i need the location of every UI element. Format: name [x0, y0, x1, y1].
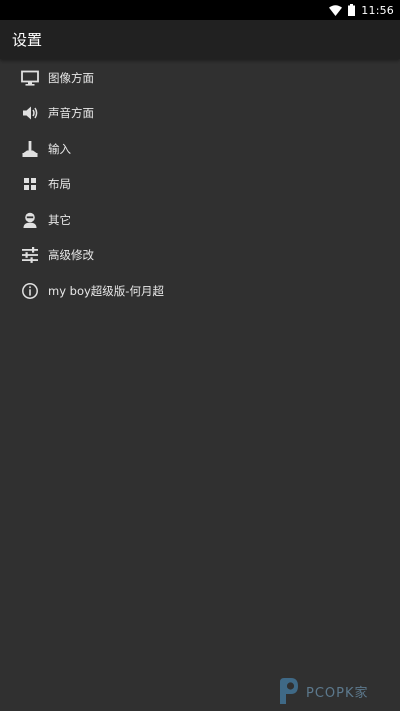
watermark-text: PCOPK家 — [306, 685, 369, 701]
menu-item-layout[interactable]: 布局 — [0, 167, 400, 203]
menu-item-label: 声音方面 — [48, 106, 94, 121]
menu-item-advanced[interactable]: 高级修改 — [0, 238, 400, 274]
menu-item-label: 布局 — [48, 177, 71, 192]
wifi-icon — [329, 4, 343, 16]
status-bar: 11:56 — [0, 0, 400, 20]
menu-item-sound[interactable]: 声音方面 — [0, 96, 400, 132]
app-bar: 设置 — [0, 20, 400, 59]
battery-icon — [348, 4, 356, 16]
grid-icon — [21, 175, 39, 193]
speaker-icon — [21, 104, 39, 122]
menu-item-other[interactable]: 其它 — [0, 202, 400, 238]
settings-menu: 图像方面 声音方面 输入 布局 其它 高级修改 my boy超级版-何月超 — [0, 60, 400, 309]
menu-item-about[interactable]: my boy超级版-何月超 — [0, 273, 400, 309]
watermark-logo — [280, 678, 298, 704]
info-icon — [21, 282, 39, 300]
status-icons: 11:56 — [329, 0, 394, 20]
menu-item-label: 图像方面 — [48, 70, 94, 85]
page-title: 设置 — [12, 31, 43, 49]
menu-item-input[interactable]: 输入 — [0, 131, 400, 167]
person-icon — [21, 211, 39, 229]
status-time: 11:56 — [361, 3, 394, 17]
sliders-icon — [21, 246, 39, 264]
menu-item-label: 高级修改 — [48, 248, 94, 263]
menu-item-image[interactable]: 图像方面 — [0, 60, 400, 96]
menu-item-label: my boy超级版-何月超 — [48, 283, 164, 298]
joystick-icon — [21, 140, 39, 158]
menu-item-label: 输入 — [48, 141, 71, 156]
watermark: PCOPK家 — [276, 676, 369, 706]
menu-item-label: 其它 — [48, 212, 71, 227]
monitor-icon — [21, 69, 39, 87]
